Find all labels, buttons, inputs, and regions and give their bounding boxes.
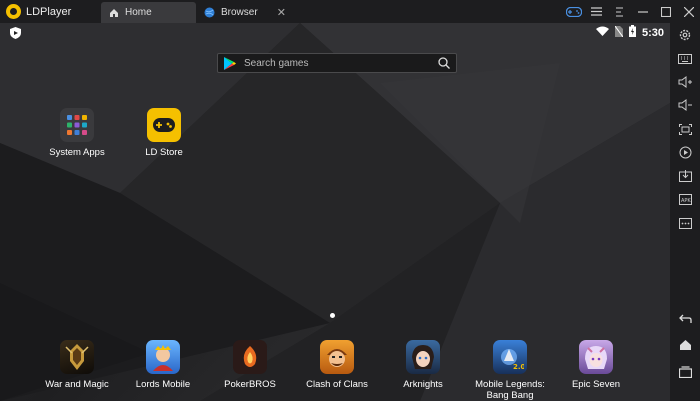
app-label: System Apps bbox=[49, 147, 105, 158]
page-indicator-dot bbox=[330, 313, 335, 318]
home-nav-icon[interactable] bbox=[677, 337, 693, 353]
wifi-icon bbox=[595, 26, 609, 39]
android-status-bar: 5:30 bbox=[0, 23, 670, 41]
app-title: LDPlayer bbox=[26, 5, 72, 18]
settings-icon[interactable] bbox=[677, 27, 693, 43]
app-ld-store[interactable]: LD Store bbox=[119, 108, 209, 158]
lords-mobile-icon bbox=[146, 340, 180, 374]
app-arknights[interactable]: Arknights bbox=[378, 340, 468, 390]
maximize-icon[interactable] bbox=[654, 0, 677, 23]
minimize-icon[interactable] bbox=[631, 0, 654, 23]
svg-text:2.0: 2.0 bbox=[513, 363, 524, 371]
app-label: Arknights bbox=[403, 379, 443, 390]
globe-icon bbox=[204, 7, 215, 18]
epic-seven-icon bbox=[579, 340, 613, 374]
keyboard-icon[interactable] bbox=[677, 51, 693, 67]
more-icon[interactable] bbox=[677, 215, 693, 231]
restore-icon[interactable] bbox=[608, 0, 631, 23]
arknights-icon bbox=[406, 340, 440, 374]
fps-icon[interactable]: APK bbox=[677, 191, 693, 207]
app-label: LD Store bbox=[145, 147, 183, 158]
app-label: Epic Seven bbox=[571, 379, 621, 390]
right-toolbar: APK bbox=[670, 23, 700, 401]
home-icon bbox=[109, 8, 119, 18]
gamepad-icon[interactable] bbox=[562, 0, 585, 23]
app-pokerbros[interactable]: PokerBROS bbox=[205, 340, 295, 390]
shield-icon bbox=[10, 26, 21, 44]
no-sim-icon bbox=[614, 25, 624, 40]
ld-store-icon bbox=[147, 108, 181, 142]
app-label: Mobile Legends: Bang Bang bbox=[475, 379, 545, 401]
volume-down-icon[interactable] bbox=[677, 97, 693, 113]
tab-close-icon[interactable]: ✕ bbox=[277, 6, 286, 19]
clock-time: 5:30 bbox=[641, 26, 664, 39]
app-label: PokerBROS bbox=[224, 379, 276, 390]
back-icon[interactable] bbox=[677, 311, 693, 327]
search-icon[interactable] bbox=[438, 57, 450, 69]
pokerbros-icon bbox=[233, 340, 267, 374]
system-apps-icon bbox=[60, 108, 94, 142]
mobile-legends-icon: 2.0 bbox=[493, 340, 527, 374]
fullscreen-icon[interactable] bbox=[677, 121, 693, 137]
android-screen[interactable]: 5:30 Search games System Apps LD Store W… bbox=[0, 23, 670, 401]
battery-icon bbox=[628, 25, 636, 40]
tab-home[interactable]: Home bbox=[101, 2, 196, 23]
app-lords-mobile[interactable]: Lords Mobile bbox=[118, 340, 208, 390]
close-icon[interactable] bbox=[677, 0, 700, 23]
search-input[interactable]: Search games bbox=[244, 58, 438, 69]
app-epic-seven[interactable]: Epic Seven bbox=[551, 340, 641, 390]
menu-icon[interactable] bbox=[585, 0, 608, 23]
volume-up-icon[interactable] bbox=[677, 74, 693, 90]
app-label: Lords Mobile bbox=[135, 379, 191, 390]
clash-of-clans-icon bbox=[320, 340, 354, 374]
app-system-apps[interactable]: System Apps bbox=[32, 108, 122, 158]
record-icon[interactable] bbox=[677, 144, 693, 160]
ldplayer-logo-icon bbox=[6, 4, 21, 19]
title-bar: LDPlayer Home Browser ✕ bbox=[0, 0, 700, 23]
recent-apps-icon[interactable] bbox=[677, 364, 693, 380]
play-store-icon bbox=[224, 56, 236, 70]
app-mobile-legends[interactable]: 2.0 Mobile Legends: Bang Bang bbox=[465, 340, 555, 401]
tab-browser-label: Browser bbox=[221, 7, 258, 18]
app-label: Clash of Clans bbox=[306, 379, 368, 390]
search-bar[interactable]: Search games bbox=[217, 53, 457, 73]
app-war-and-magic[interactable]: War and Magic bbox=[32, 340, 122, 390]
tab-home-label: Home bbox=[125, 7, 152, 18]
tab-browser[interactable]: Browser ✕ bbox=[196, 2, 292, 23]
app-label: War and Magic bbox=[45, 379, 109, 390]
install-apk-icon[interactable] bbox=[677, 168, 693, 184]
app-clash-of-clans[interactable]: Clash of Clans bbox=[292, 340, 382, 390]
svg-text:APK: APK bbox=[681, 198, 691, 204]
war-and-magic-icon bbox=[60, 340, 94, 374]
